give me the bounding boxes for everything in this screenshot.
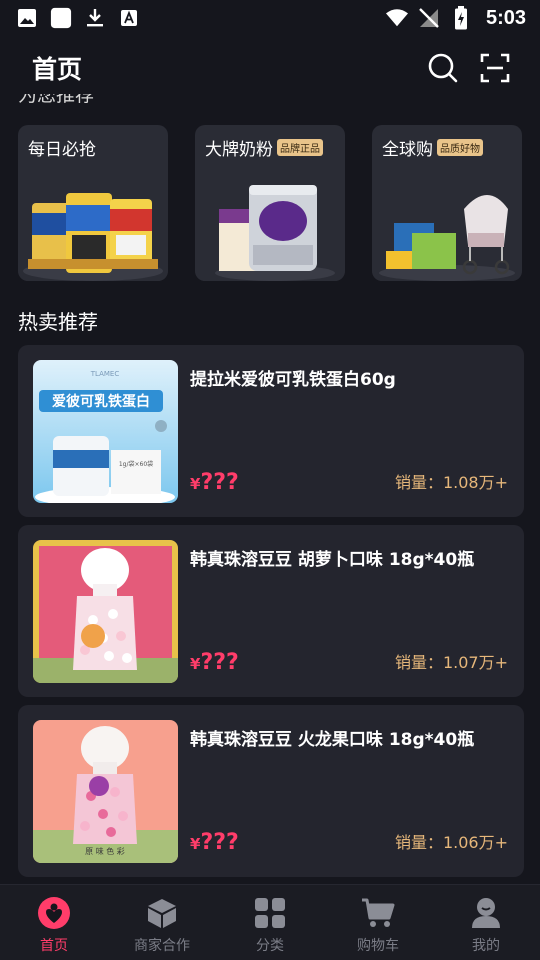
product-card[interactable]: TLAMEC 爱彼可乳铁蛋白 1g/袋×60袋 提拉米爱彼可乳铁蛋白60g ¥?… <box>18 345 524 517</box>
nav-home[interactable]: 首页 <box>0 885 108 960</box>
recommend-section-title: 为您推荐 <box>18 94 95 106</box>
product-price: ¥??? <box>190 830 239 855</box>
home-heart-icon <box>36 895 72 931</box>
promo-tag: 品质好物 <box>437 139 483 156</box>
bottom-nav: 首页 商家合作 分类 购物车 我的 <box>0 884 540 960</box>
milk-formula-image <box>195 175 345 281</box>
product-name: 韩真珠溶豆豆 火龙果口味 18g*40瓶 <box>190 730 475 750</box>
product-card[interactable]: 原 味 色 彩 韩真珠溶豆豆 火龙果口味 18g*40瓶 ¥??? 销量：1.0… <box>18 705 524 877</box>
nav-cart[interactable]: 购物车 <box>324 885 432 960</box>
scan-button[interactable] <box>478 51 512 85</box>
svg-text:原 味 色 彩: 原 味 色 彩 <box>85 846 125 856</box>
svg-text:1g/袋×60袋: 1g/袋×60袋 <box>119 460 153 468</box>
nav-label: 商家合作 <box>134 938 190 954</box>
product-sales: 销量：1.06万+ <box>394 833 508 852</box>
nav-label: 分类 <box>256 938 284 954</box>
user-icon <box>468 895 504 931</box>
product-image: 原 味 色 彩 <box>33 720 178 863</box>
snack-cans-image <box>18 175 168 281</box>
product-name: 提拉米爱彼可乳铁蛋白60g <box>190 370 396 390</box>
promo-daily-deals[interactable]: 每日必抢 <box>18 125 168 281</box>
nav-category[interactable]: 分类 <box>216 885 324 960</box>
cart-icon <box>360 895 396 931</box>
scan-icon <box>480 53 510 83</box>
nav-label: 购物车 <box>357 938 399 954</box>
hot-section-title: 热卖推荐 <box>18 310 98 334</box>
notification-icons <box>16 7 140 29</box>
search-icon <box>428 53 458 83</box>
product-sales: 销量：1.08万+ <box>394 473 508 492</box>
nav-merchant[interactable]: 商家合作 <box>108 885 216 960</box>
promo-title: 大牌奶粉 <box>205 140 273 160</box>
box-icon <box>144 895 180 931</box>
nav-label: 我的 <box>472 938 500 954</box>
promo-global-shopping[interactable]: 全球购 品质好物 <box>372 125 522 281</box>
header-actions <box>426 51 512 85</box>
app-header: 首页 <box>0 36 540 100</box>
system-icons: 5:03 <box>385 6 526 30</box>
product-sales: 销量：1.07万+ <box>394 653 508 672</box>
product-card[interactable]: 韩真珠溶豆豆 胡萝卜口味 18g*40瓶 ¥??? 销量：1.07万+ <box>18 525 524 697</box>
promo-title: 全球购 <box>382 140 433 160</box>
product-price: ¥??? <box>190 650 239 675</box>
product-image <box>33 540 178 683</box>
wifi-icon <box>385 7 408 29</box>
promo-row: 每日必抢 大牌奶粉 品牌正品 全球购 品质好物 <box>18 125 522 281</box>
nav-profile[interactable]: 我的 <box>432 885 540 960</box>
promo-brand-formula[interactable]: 大牌奶粉 品牌正品 <box>195 125 345 281</box>
status-bar: 5:03 <box>0 0 540 36</box>
promo-title: 每日必抢 <box>28 140 96 160</box>
page-title: 首页 <box>32 55 83 84</box>
svg-text:TLAMEC: TLAMEC <box>90 370 120 378</box>
text-notification-icon <box>118 7 140 29</box>
product-name: 韩真珠溶豆豆 胡萝卜口味 18g*40瓶 <box>190 550 475 570</box>
image-notification-icon <box>16 7 38 29</box>
product-price: ¥??? <box>190 470 239 495</box>
product-image: TLAMEC 爱彼可乳铁蛋白 1g/袋×60袋 <box>33 360 178 503</box>
download-icon <box>84 7 106 29</box>
promo-tag: 品牌正品 <box>277 139 323 156</box>
global-products-image <box>372 175 522 281</box>
no-signal-icon <box>418 7 440 29</box>
battery-icon <box>450 6 472 30</box>
grid-icon <box>252 895 288 931</box>
svg-text:爱彼可乳铁蛋白: 爱彼可乳铁蛋白 <box>52 393 150 410</box>
clock: 5:03 <box>485 6 526 29</box>
home-feed[interactable]: 为您推荐 每日必抢 大牌奶粉 品牌正品 全球购 品质好物 热卖推荐 TLAMEC… <box>0 92 540 884</box>
search-button[interactable] <box>426 51 460 85</box>
nav-label: 首页 <box>40 938 68 954</box>
square-notification-icon <box>50 7 72 29</box>
